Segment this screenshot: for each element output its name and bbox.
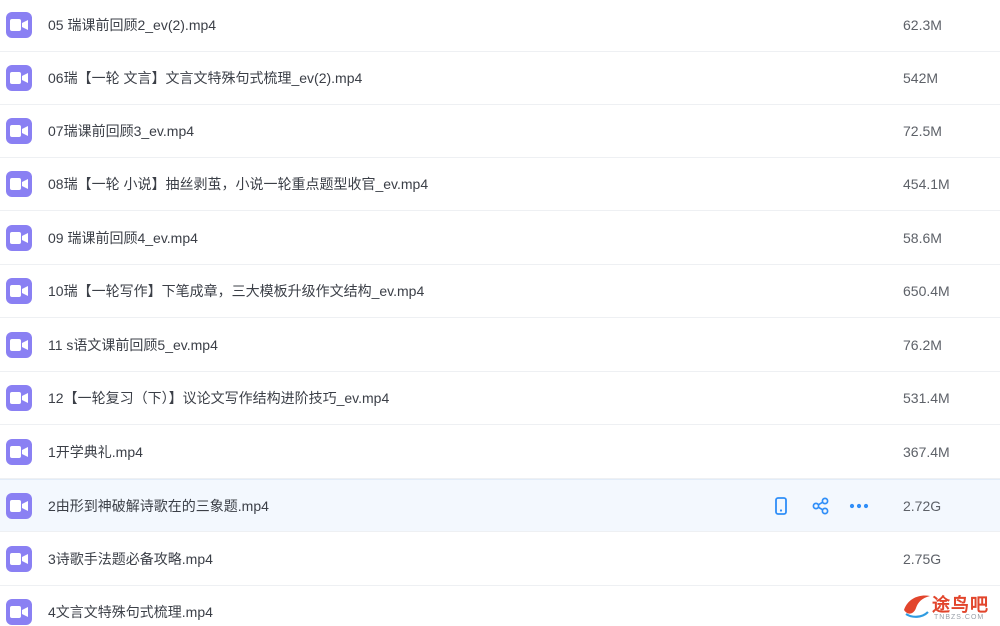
file-name[interactable]: 3诗歌手法题必备攻略.mp4 [48, 533, 213, 585]
file-name[interactable]: 1开学典礼.mp4 [48, 426, 143, 478]
video-icon [6, 225, 32, 251]
file-size: 2.75G [903, 551, 942, 567]
file-name[interactable]: 4文言文特殊句式梳理.mp4 [48, 586, 213, 626]
video-icon [6, 332, 32, 358]
file-name[interactable]: 09 瑞课前回顾4_ev.mp4 [48, 212, 198, 264]
file-row[interactable]: 09 瑞课前回顾4_ev.mp4 58.6M [0, 212, 1000, 265]
row-actions [770, 495, 880, 517]
file-row[interactable]: 08瑞【一轮 小说】抽丝剥茧，小说一轮重点题型收官_ev.mp4 454.1M [0, 158, 1000, 211]
file-row-hovered[interactable]: 2由形到神破解诗歌在的三象题.mp4 2.72G [0, 479, 1000, 532]
file-row[interactable]: 10瑞【一轮写作】下笔成章，三大模板升级作文结构_ev.mp4 650.4M [0, 265, 1000, 318]
file-row[interactable]: 05 瑞课前回顾2_ev(2).mp4 62.3M [0, 0, 1000, 52]
file-name[interactable]: 08瑞【一轮 小说】抽丝剥茧，小说一轮重点题型收官_ev.mp4 [48, 158, 428, 210]
file-row[interactable]: 06瑞【一轮 文言】文言文特殊句式梳理_ev(2).mp4 542M [0, 52, 1000, 105]
watermark-logo: 途鸟吧 TNBZS.COM [900, 588, 996, 624]
video-icon [6, 493, 32, 519]
file-row[interactable]: 3诗歌手法题必备攻略.mp4 2.75G [0, 533, 1000, 586]
video-icon [6, 439, 32, 465]
file-size: 531.4M [903, 390, 950, 406]
file-name[interactable]: 05 瑞课前回顾2_ev(2).mp4 [48, 0, 216, 51]
video-icon [6, 118, 32, 144]
file-name[interactable]: 2由形到神破解诗歌在的三象题.mp4 [48, 480, 269, 532]
file-name[interactable]: 10瑞【一轮写作】下笔成章，三大模板升级作文结构_ev.mp4 [48, 265, 424, 317]
phone-icon[interactable] [770, 495, 792, 517]
video-icon [6, 546, 32, 572]
file-size: 58.6M [903, 230, 942, 246]
watermark-subtext: TNBZS.COM [934, 614, 985, 621]
file-size: 367.4M [903, 444, 950, 460]
share-icon[interactable] [810, 495, 832, 517]
file-row[interactable]: 4文言文特殊句式梳理.mp4 [0, 586, 1000, 626]
video-icon [6, 385, 32, 411]
file-size: 454.1M [903, 176, 950, 192]
more-icon[interactable] [848, 495, 870, 517]
video-icon [6, 171, 32, 197]
video-icon [6, 12, 32, 38]
file-size: 62.3M [903, 17, 942, 33]
file-row[interactable]: 1开学典礼.mp4 367.4M [0, 426, 1000, 479]
file-row[interactable]: 12【一轮复习（下）】议论文写作结构进阶技巧_ev.mp4 531.4M [0, 372, 1000, 425]
file-size: 542M [903, 70, 939, 86]
file-row[interactable]: 07瑞课前回顾3_ev.mp4 72.5M [0, 105, 1000, 158]
file-size: 2.72G [903, 498, 942, 514]
bird-logo-icon [904, 595, 930, 618]
file-name[interactable]: 12【一轮复习（下）】议论文写作结构进阶技巧_ev.mp4 [48, 372, 389, 424]
file-name[interactable]: 06瑞【一轮 文言】文言文特殊句式梳理_ev(2).mp4 [48, 52, 362, 104]
file-size: 72.5M [903, 123, 942, 139]
file-name[interactable]: 07瑞课前回顾3_ev.mp4 [48, 105, 194, 157]
file-name[interactable]: 11 s语文课前回顾5_ev.mp4 [48, 319, 218, 371]
file-size: 650.4M [903, 283, 950, 299]
video-icon [6, 599, 32, 625]
file-size: 76.2M [903, 337, 942, 353]
video-icon [6, 278, 32, 304]
video-icon [6, 65, 32, 91]
file-list: 05 瑞课前回顾2_ev(2).mp4 62.3M 06瑞【一轮 文言】文言文特… [0, 0, 1000, 626]
file-row[interactable]: 11 s语文课前回顾5_ev.mp4 76.2M [0, 319, 1000, 372]
